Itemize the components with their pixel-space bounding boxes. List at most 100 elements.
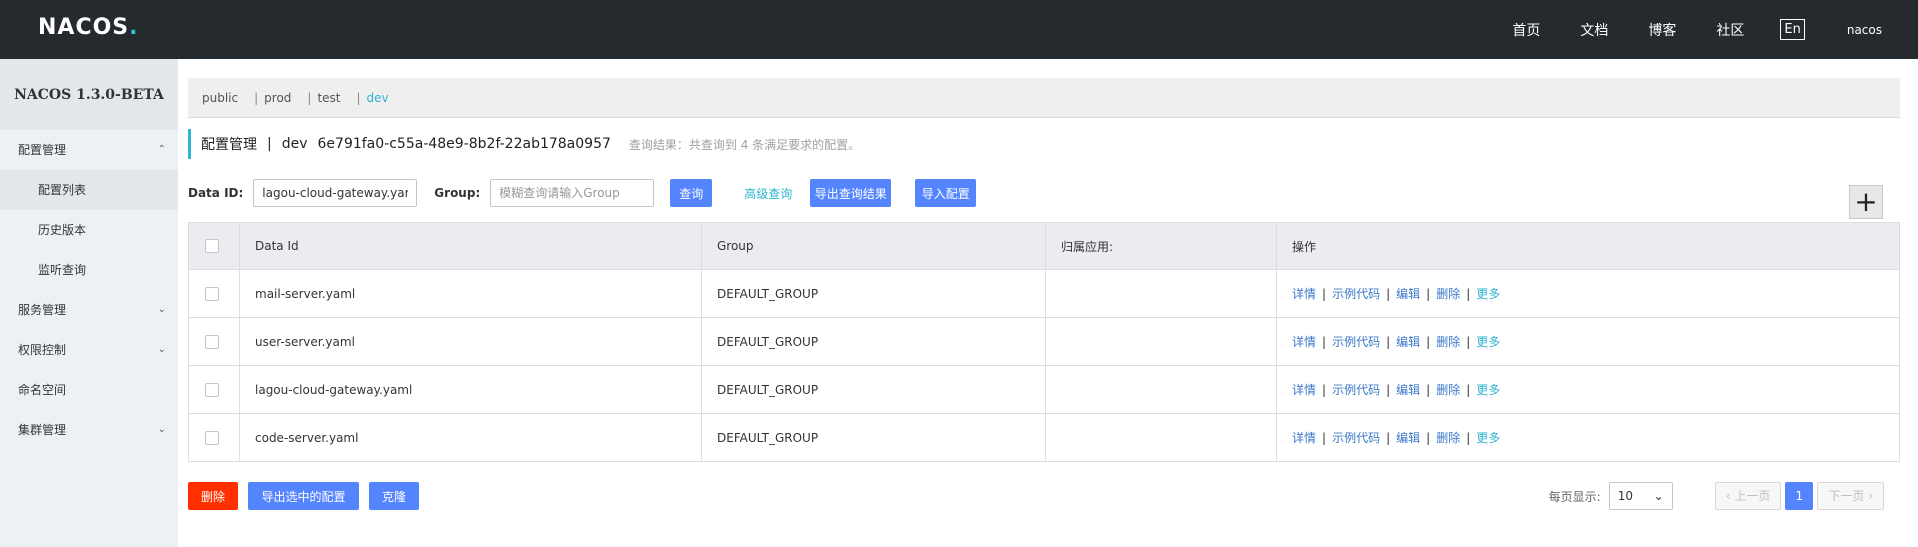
more-link[interactable]: 更多	[1476, 383, 1500, 397]
query-result-text: 查询结果：共查询到 4 条满足要求的配置。	[628, 137, 861, 152]
title-main: 配置管理	[201, 137, 257, 153]
cell-app	[1045, 317, 1277, 366]
nav-docs[interactable]: 文档	[1580, 20, 1608, 40]
detail-link[interactable]: 详情	[1292, 431, 1316, 445]
edit-link[interactable]: 编辑	[1396, 335, 1420, 349]
sample-code-link[interactable]: 示例代码	[1332, 431, 1380, 445]
cell-group: DEFAULT_GROUP	[701, 413, 1046, 462]
sidebar-item-cluster-management[interactable]: 集群管理 ⌄	[0, 410, 178, 450]
row-checkbox[interactable]	[205, 286, 219, 301]
sidebar-item-namespace[interactable]: 命名空间	[0, 370, 178, 410]
cell-operations: 详情 | 示例代码 | 编辑 | 删除 | 更多	[1276, 365, 1900, 414]
separator: |	[307, 90, 312, 105]
delete-link[interactable]: 删除	[1436, 335, 1460, 349]
edit-link[interactable]: 编辑	[1396, 431, 1420, 445]
sample-code-link[interactable]: 示例代码	[1332, 287, 1380, 301]
cell-dataid: code-server.yaml	[239, 413, 702, 462]
page-size-select[interactable]: 10 ⌄	[1608, 482, 1673, 510]
op-separator: |	[1322, 383, 1327, 397]
row-checkbox[interactable]	[205, 334, 219, 349]
query-button[interactable]: 查询	[670, 179, 713, 207]
table-row: lagou-cloud-gateway.yaml DEFAULT_GROUP 详…	[188, 365, 1900, 414]
cell-dataid: user-server.yaml	[239, 317, 702, 366]
row-checkbox[interactable]	[205, 382, 219, 397]
op-separator: |	[1322, 287, 1327, 301]
cell-group: DEFAULT_GROUP	[701, 269, 1046, 318]
page-size-value: 10	[1617, 489, 1633, 503]
namespace-test[interactable]: test	[317, 91, 340, 105]
sidebar-item-history[interactable]: 历史版本	[0, 210, 178, 250]
separator: |	[254, 90, 259, 105]
edit-link[interactable]: 编辑	[1396, 287, 1420, 301]
clone-button[interactable]: 克隆	[369, 482, 419, 510]
sidebar-item-service-management[interactable]: 服务管理 ⌄	[0, 290, 178, 330]
main-content: public | prod | test | dev 配置管理 | dev 6e…	[178, 59, 1918, 547]
bulk-delete-button[interactable]: 删除	[188, 482, 238, 510]
more-link[interactable]: 更多	[1476, 431, 1500, 445]
table-row: mail-server.yaml DEFAULT_GROUP 详情 | 示例代码 | 编…	[188, 269, 1900, 318]
version-title: NACOS 1.3.0-BETA	[0, 59, 178, 130]
op-separator: |	[1386, 335, 1391, 349]
sidebar-item-config-management[interactable]: 配置管理 ⌃	[0, 130, 178, 170]
title-namespace: dev	[281, 136, 308, 152]
namespace-dev[interactable]: dev	[367, 91, 389, 105]
cell-app	[1045, 413, 1277, 462]
nav-home[interactable]: 首页	[1512, 20, 1540, 40]
top-nav: 首页 文档 博客 社区 En nacos	[1472, 0, 1882, 59]
import-config-button[interactable]: 导入配置	[915, 179, 977, 207]
delete-link[interactable]: 删除	[1436, 431, 1460, 445]
row-select-cell	[188, 317, 240, 366]
op-separator: |	[1386, 287, 1391, 301]
edit-link[interactable]: 编辑	[1396, 383, 1420, 397]
column-header-dataid: Data Id	[239, 222, 702, 270]
page-1-button[interactable]: 1	[1785, 482, 1814, 510]
user-name[interactable]: nacos	[1847, 23, 1882, 37]
cell-operations: 详情 | 示例代码 | 编辑 | 删除 | 更多	[1276, 413, 1900, 462]
export-selected-button[interactable]: 导出选中的配置	[248, 482, 359, 510]
detail-link[interactable]: 详情	[1292, 335, 1316, 349]
more-link[interactable]: 更多	[1476, 287, 1500, 301]
detail-link[interactable]: 详情	[1292, 287, 1316, 301]
namespace-public[interactable]: public	[202, 91, 238, 105]
cell-dataid: mail-server.yaml	[239, 269, 702, 318]
plus-icon[interactable]: +	[1849, 185, 1883, 219]
group-input[interactable]	[490, 179, 655, 207]
sidebar-item-label: 命名空间	[18, 383, 67, 397]
sample-code-link[interactable]: 示例代码	[1332, 335, 1380, 349]
op-separator: |	[1466, 431, 1471, 445]
next-page-button[interactable]: 下一页 ›	[1817, 482, 1884, 510]
nav-blog[interactable]: 博客	[1648, 20, 1676, 40]
sidebar-item-access-control[interactable]: 权限控制 ⌄	[0, 330, 178, 370]
nav-community[interactable]: 社区	[1716, 20, 1744, 40]
detail-link[interactable]: 详情	[1292, 383, 1316, 397]
row-checkbox[interactable]	[205, 430, 219, 445]
sample-code-link[interactable]: 示例代码	[1332, 383, 1380, 397]
cell-operations: 详情 | 示例代码 | 编辑 | 删除 | 更多	[1276, 317, 1900, 366]
chevron-right-icon: ›	[1864, 489, 1873, 503]
sidebar-item-label: 配置管理	[18, 143, 67, 157]
op-separator: |	[1322, 431, 1327, 445]
sidebar-item-label: 服务管理	[18, 303, 67, 317]
sidebar-item-listener-query[interactable]: 监听查询	[0, 250, 178, 290]
sidebar-item-config-list[interactable]: 配置列表	[0, 170, 178, 210]
op-separator: |	[1426, 335, 1431, 349]
chevron-down-icon: ⌄	[157, 304, 166, 315]
advanced-query-link[interactable]: 高级查询	[744, 185, 792, 202]
namespace-prod[interactable]: prod	[264, 91, 291, 105]
row-select-cell	[188, 413, 240, 462]
pagination: 每页显示: 10 ⌄ ‹ 上一页 1 下一页 ›	[1549, 482, 1884, 510]
op-separator: |	[1466, 383, 1471, 397]
export-query-result-button[interactable]: 导出查询结果	[810, 179, 892, 207]
dataid-input[interactable]	[253, 179, 418, 207]
title-namespace-id: 6e791fa0-c55a-48e9-8b2f-22ab178a0957	[317, 136, 611, 152]
select-all-checkbox[interactable]	[205, 239, 219, 254]
language-switch[interactable]: En	[1780, 19, 1805, 40]
prev-page-button[interactable]: ‹ 上一页	[1714, 482, 1782, 510]
delete-link[interactable]: 删除	[1436, 383, 1460, 397]
nacos-logo[interactable]: NACOS.	[38, 15, 139, 40]
op-separator: |	[1386, 431, 1391, 445]
title-pipe: |	[267, 136, 272, 152]
cell-group: DEFAULT_GROUP	[701, 317, 1046, 366]
delete-link[interactable]: 删除	[1436, 287, 1460, 301]
more-link[interactable]: 更多	[1476, 335, 1500, 349]
